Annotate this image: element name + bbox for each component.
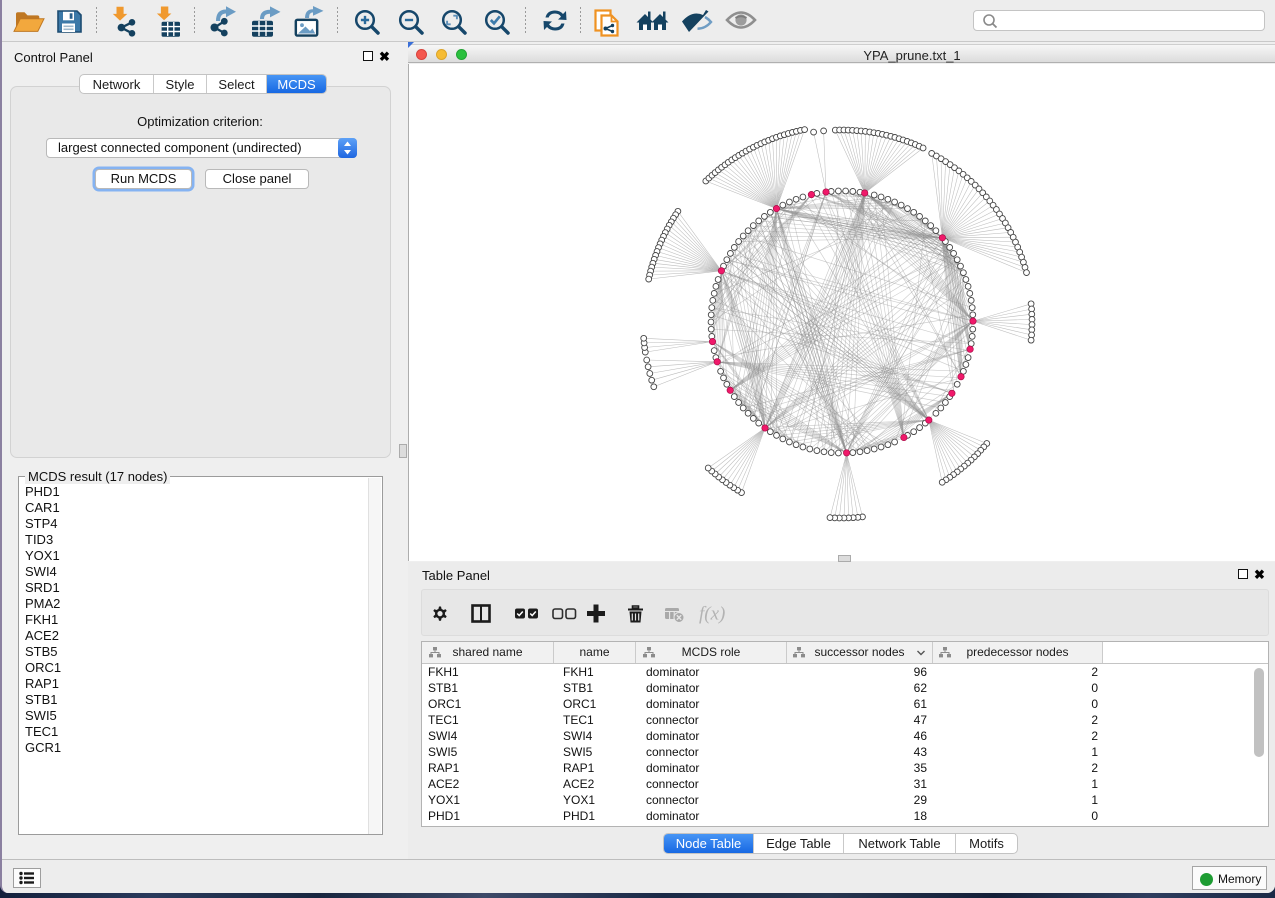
svg-text:f(x): f(x) bbox=[699, 604, 725, 625]
